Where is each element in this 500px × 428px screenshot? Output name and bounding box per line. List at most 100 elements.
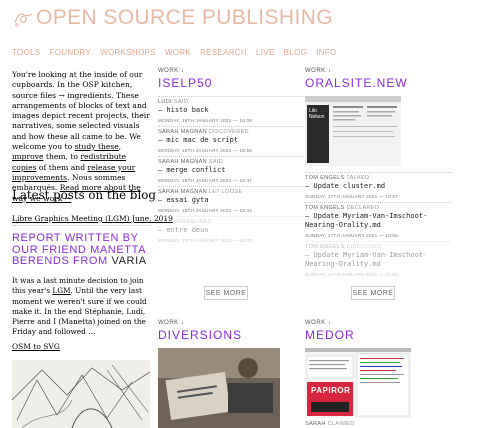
verb: DECLARED xyxy=(346,205,380,211)
commit-entry[interactable]: TOM ENGELS DISCLOSED — Update Myriam-Van… xyxy=(305,241,451,280)
verb: CLAIMED xyxy=(327,421,355,427)
project-title[interactable]: DIVERSIONS xyxy=(158,328,304,342)
osp-logo-icon[interactable] xyxy=(12,8,34,28)
verb: DISCOVERED xyxy=(208,129,249,135)
see-more-button[interactable]: SEE MORE xyxy=(351,286,395,300)
project-diversions: WORK ↓ DIVERSIONS xyxy=(158,320,304,342)
project-title[interactable]: ISELP50 xyxy=(158,76,304,90)
verb: VERBALISED xyxy=(173,219,212,225)
verb: LET LOOSE xyxy=(208,189,243,195)
nav-info[interactable]: INFO xyxy=(316,48,336,57)
commit-author-line: LUDI VERBALISED xyxy=(158,219,304,225)
commit-date: MONDAY, 18TH JANUARY 2021 — 15:47 xyxy=(158,178,253,183)
sketch-drawing xyxy=(12,360,150,428)
intro-sentence: You're looking at the inside of our cupb… xyxy=(12,70,150,152)
verb: SAID xyxy=(208,159,224,165)
verb: TALKED xyxy=(346,175,370,181)
blog-image[interactable] xyxy=(12,360,150,428)
nav-live[interactable]: LIVE xyxy=(256,48,275,57)
commit-entry[interactable]: TOM ENGELS DECLARED — Update Myriam-Van-… xyxy=(305,202,451,241)
blog-post-link[interactable]: Libre Graphics Meeting (LGM) June, 2019 xyxy=(12,214,173,223)
post-title-end: VARIA xyxy=(111,255,147,267)
nav-tools[interactable]: TOOLS xyxy=(12,48,40,57)
oralsite-entries: TOM ENGELS TALKED — Update cluster.md SU… xyxy=(305,172,451,280)
work-kicker: WORK ↓ xyxy=(305,320,332,326)
author: SARAH MAGNAN xyxy=(158,159,207,165)
commit-author-line: TOM ENGELS TALKED xyxy=(305,175,451,181)
blog-heading: Latest posts on the blog xyxy=(12,188,156,202)
commit-message: — Update Myriam-Van-Imschoot-Nearing-Ora… xyxy=(305,212,428,229)
commit-message: — essai ġyta xyxy=(158,196,209,204)
commit-date: MONDAY, 18TH JANUARY 2021 — 15:56 xyxy=(158,148,253,153)
commit-message: — histo back xyxy=(158,106,209,114)
work-kicker: WORK ↓ xyxy=(158,320,185,326)
commit-date: SUNDAY, 17TH JANUARY 2021 — 10:56 xyxy=(305,233,399,238)
intro-sep: of them and xyxy=(36,162,88,172)
thumbnail-caption: Lilo Nelson xyxy=(309,108,325,120)
study-link[interactable]: study these xyxy=(75,142,119,151)
commit-entry[interactable]: SARAH MAGNAN LET LOOSE — essai ġyta MOND… xyxy=(158,186,304,216)
osm-to-svg-link[interactable]: OSM to SVG xyxy=(12,342,60,351)
author: SARAH MAGNAN xyxy=(158,129,207,135)
author: LUDI xyxy=(158,99,172,105)
commit-author-line: SARAH MAGNAN SAID xyxy=(158,159,304,165)
commit-message: — merge conflict xyxy=(158,166,226,174)
see-more-button[interactable]: SEE MORE xyxy=(204,286,248,300)
commit-message: — Update Myriam-Van-Imschoot-Nearing-Ora… xyxy=(305,251,428,268)
commit-date: SUNDAY, 17TH JANUARY 2021 — 10:51 xyxy=(305,272,399,277)
project-title[interactable]: ORALSITE.NEW xyxy=(305,76,451,90)
nav-work[interactable]: WORK xyxy=(165,48,191,57)
verb: SAID xyxy=(173,99,189,105)
main-nav: TOOLS FOUNDRY WORKSHOPS WORK RESEARCH LI… xyxy=(12,40,341,59)
project-title[interactable]: MEDOR xyxy=(305,328,451,342)
work-kicker: WORK ↓ xyxy=(158,68,185,74)
diversions-thumbnail[interactable] xyxy=(158,348,280,428)
improve-link[interactable]: improve xyxy=(12,152,43,161)
commit-date: MONDAY, 18TH JANUARY 2021 — 15:44 xyxy=(158,208,253,213)
nav-research[interactable]: RESEARCH xyxy=(200,48,247,57)
commit-author-line: LUDI SAID xyxy=(158,99,304,105)
commit-entry[interactable]: SARAH MAGNAN DISCOVERED — mic mac de scr… xyxy=(158,126,304,156)
commit-entry[interactable]: LUDI VERBALISED — entre deux MONDAY, 18T… xyxy=(158,216,304,246)
intro-sep: them, to xyxy=(43,152,81,162)
author: LUDI xyxy=(158,219,172,225)
nav-blog[interactable]: BLOG xyxy=(284,48,307,57)
blog-post-title[interactable]: REPORT WRITTEN BY OUR FRIEND MANETTA BER… xyxy=(12,232,152,268)
project-iselp50: WORK ↓ ISELP50 LUDI SAID — histo back MO… xyxy=(158,68,304,246)
commit-date: SUNDAY, 17TH JANUARY 2021 — 10:57 xyxy=(305,194,399,199)
author: SARAH xyxy=(305,421,326,427)
verb: DISCLOSED xyxy=(346,244,382,250)
author: TOM ENGELS xyxy=(305,244,345,250)
thumbnail-caption: PAPIROR xyxy=(311,386,351,395)
photo-image xyxy=(158,348,280,428)
commit-date: MONDAY, 18TH JANUARY 2021 — 16:08 xyxy=(158,118,253,123)
commit-author-line: SARAH MAGNAN LET LOOSE xyxy=(158,189,304,195)
oralsite-thumbnail[interactable]: Lilo Nelson xyxy=(305,96,401,166)
lgm-link[interactable]: LGM xyxy=(52,286,70,295)
commit-message: — entre deux xyxy=(158,226,209,234)
work-kicker: WORK ↓ xyxy=(305,68,332,74)
commit-message: — mic mac de script xyxy=(158,136,239,144)
commit-author-line: SARAH CLAIMED xyxy=(305,421,355,427)
nav-workshops[interactable]: WORKSHOPS xyxy=(100,48,156,57)
intro-sep: , xyxy=(118,142,122,152)
author: TOM ENGELS xyxy=(305,175,345,181)
project-medor: WORK ↓ MEDOR xyxy=(305,320,451,342)
commit-date: MONDAY, 18TH JANUARY 2021 — 16:03 xyxy=(158,238,253,243)
screenshot-image xyxy=(305,348,411,418)
screenshot-image xyxy=(305,96,401,166)
commit-author-line: TOM ENGELS DECLARED xyxy=(305,205,451,211)
intro-text: You're looking at the inside of our cupb… xyxy=(12,70,152,204)
blog-post-excerpt: It was a last minute decision to join th… xyxy=(12,276,152,338)
divider xyxy=(12,225,152,226)
commit-entry[interactable]: TOM ENGELS TALKED — Update cluster.md SU… xyxy=(305,172,451,202)
author: TOM ENGELS xyxy=(305,205,345,211)
commit-message: — Update cluster.md xyxy=(305,182,386,190)
project-oralsite: WORK ↓ ORALSITE.NEW xyxy=(305,68,451,90)
commit-entry[interactable]: LUDI SAID — histo back MONDAY, 18TH JANU… xyxy=(158,96,304,126)
commit-entry[interactable]: SARAH MAGNAN SAID — merge conflict MONDA… xyxy=(158,156,304,186)
author: SARAH MAGNAN xyxy=(158,189,207,195)
medor-thumbnail[interactable]: PAPIROR xyxy=(305,348,411,418)
site-title[interactable]: OPEN SOURCE PUBLISHING xyxy=(36,6,333,30)
nav-foundry[interactable]: FOUNDRY xyxy=(50,48,92,57)
